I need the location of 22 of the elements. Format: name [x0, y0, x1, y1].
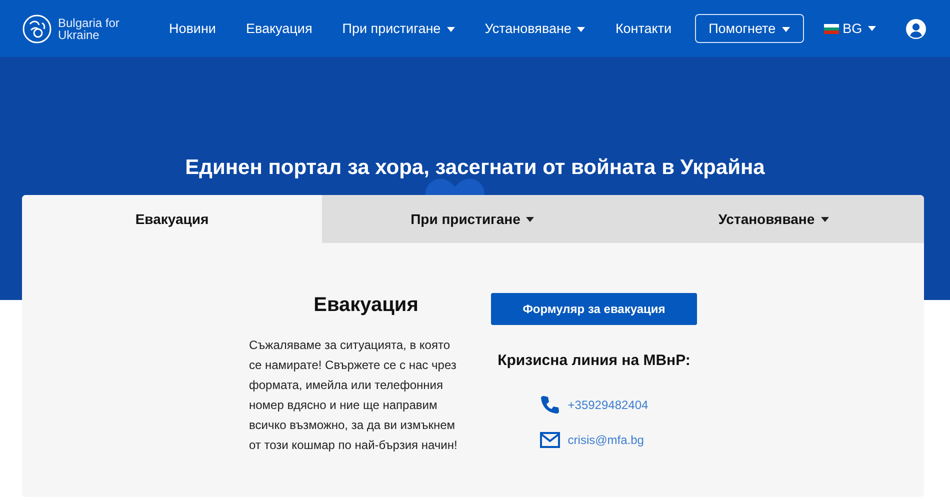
- tab[interactable]: При пристигане: [322, 195, 623, 243]
- email-icon: [540, 432, 560, 448]
- help-button[interactable]: Помогнете: [694, 14, 804, 43]
- nav-dropdown[interactable]: Установяване: [470, 13, 600, 44]
- phone-icon: [540, 395, 560, 415]
- nav-link[interactable]: Евакуация: [230, 13, 328, 44]
- section-heading: Евакуация: [312, 293, 420, 317]
- nav-link[interactable]: Новини: [154, 13, 231, 44]
- email-link[interactable]: crisis@mfa.bg: [568, 433, 644, 447]
- hotline-heading: Кризисна линия на МВнР:: [498, 352, 690, 369]
- tab[interactable]: Установяване: [623, 195, 924, 243]
- logo-icon[interactable]: [22, 14, 52, 44]
- nav-dropdown[interactable]: При пристигане: [327, 13, 470, 44]
- evacuation-text: Съжаляваме за ситуацията, в която се намирате! Свържете се с нас чрез формата, имейла или телефонния номер вдясно и ние ще направим всичко възможно, за да ви измъкнем от този кошмар по най-бързия начин!: [249, 337, 458, 454]
- phone-link[interactable]: +35929482404: [568, 398, 648, 412]
- nav-link[interactable]: Контакти: [600, 13, 687, 44]
- flag-icon: [824, 24, 839, 34]
- logo-text[interactable]: Bulgaria for Ukraine: [58, 16, 128, 40]
- evacuation-form-button[interactable]: Формуляр за евакуация: [491, 293, 697, 325]
- language-selector[interactable]: BG: [812, 13, 888, 44]
- account-icon[interactable]: [906, 18, 926, 38]
- hero-title: Единен портал за хора, засегнати от войната в Украйна: [184, 155, 766, 181]
